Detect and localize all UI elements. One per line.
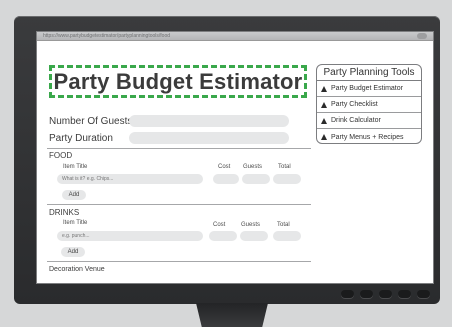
food-section-label: FOOD	[49, 151, 73, 160]
browser-screen: https://www.partybudgetestimator/partypl…	[36, 31, 434, 284]
food-item-title-label: Item Title	[63, 164, 88, 170]
tools-panel-title: Party Planning Tools	[317, 65, 421, 81]
food-total-input[interactable]	[273, 174, 301, 184]
monitor-button	[398, 290, 411, 298]
page-title-box: Party Budget Estimator	[49, 65, 307, 98]
divider	[47, 204, 311, 205]
divider	[47, 261, 311, 262]
tools-item-menus-recipes[interactable]: Party Menus + Recipes	[317, 129, 421, 143]
food-total-label: Total	[278, 164, 291, 170]
food-cost-input[interactable]	[213, 174, 239, 184]
tools-item-label: Party Checklist	[331, 101, 378, 108]
monitor-stand	[196, 303, 268, 327]
go-button[interactable]	[417, 33, 427, 39]
guests-row: Number Of Guests	[49, 115, 289, 127]
page-title: Party Budget Estimator	[53, 68, 303, 94]
tools-item-checklist[interactable]: Party Checklist	[317, 97, 421, 113]
drinks-guests-label: Guests	[241, 222, 261, 228]
food-guests-label: Guests	[243, 164, 263, 170]
triangle-icon	[321, 101, 327, 108]
monitor-button	[379, 290, 392, 298]
divider	[47, 148, 311, 149]
drinks-cost-label: Cost	[213, 222, 226, 228]
guests-label: Number Of Guests	[49, 115, 133, 127]
drinks-add-button[interactable]: Add	[61, 247, 85, 257]
drinks-total-input[interactable]	[273, 231, 301, 241]
drinks-guests-input[interactable]	[240, 231, 268, 241]
triangle-icon	[321, 134, 327, 140]
tools-panel: Party Planning Tools Party Budget Estima…	[316, 64, 422, 144]
food-cost-label: Cost	[218, 164, 231, 170]
food-guests-input[interactable]	[242, 174, 270, 184]
monitor-buttons	[341, 290, 430, 298]
tools-item-label: Drink Calculator	[331, 117, 381, 124]
tools-item-budget-estimator[interactable]: Party Budget Estimator	[317, 81, 421, 97]
monitor-button	[417, 290, 430, 298]
tools-item-label: Party Menus + Recipes	[331, 133, 404, 141]
duration-row: Party Duration	[49, 132, 289, 144]
tools-item-drink-calculator[interactable]: Drink Calculator	[317, 113, 421, 129]
address-bar[interactable]: https://www.partybudgetestimator/partypl…	[37, 32, 433, 41]
url-text[interactable]: https://www.partybudgetestimator/partypl…	[43, 33, 170, 39]
tools-item-label: Party Budget Estimator	[331, 85, 403, 92]
drinks-item-input[interactable]	[57, 231, 203, 241]
decoration-venue-label: Decoration Venue	[49, 266, 105, 273]
drinks-section-label: DRINKS	[49, 208, 80, 217]
food-add-button[interactable]: Add	[62, 190, 86, 200]
triangle-icon	[321, 117, 327, 124]
monitor-button	[341, 290, 354, 298]
triangle-icon	[321, 85, 327, 92]
monitor-button	[360, 290, 373, 298]
drinks-total-label: Total	[277, 222, 290, 228]
duration-label: Party Duration	[49, 132, 113, 144]
drinks-item-title-label: Item Title	[63, 220, 88, 226]
duration-input[interactable]	[129, 132, 289, 144]
drinks-cost-input[interactable]	[209, 231, 237, 241]
food-item-input[interactable]	[57, 174, 203, 184]
guests-input[interactable]	[129, 115, 289, 127]
